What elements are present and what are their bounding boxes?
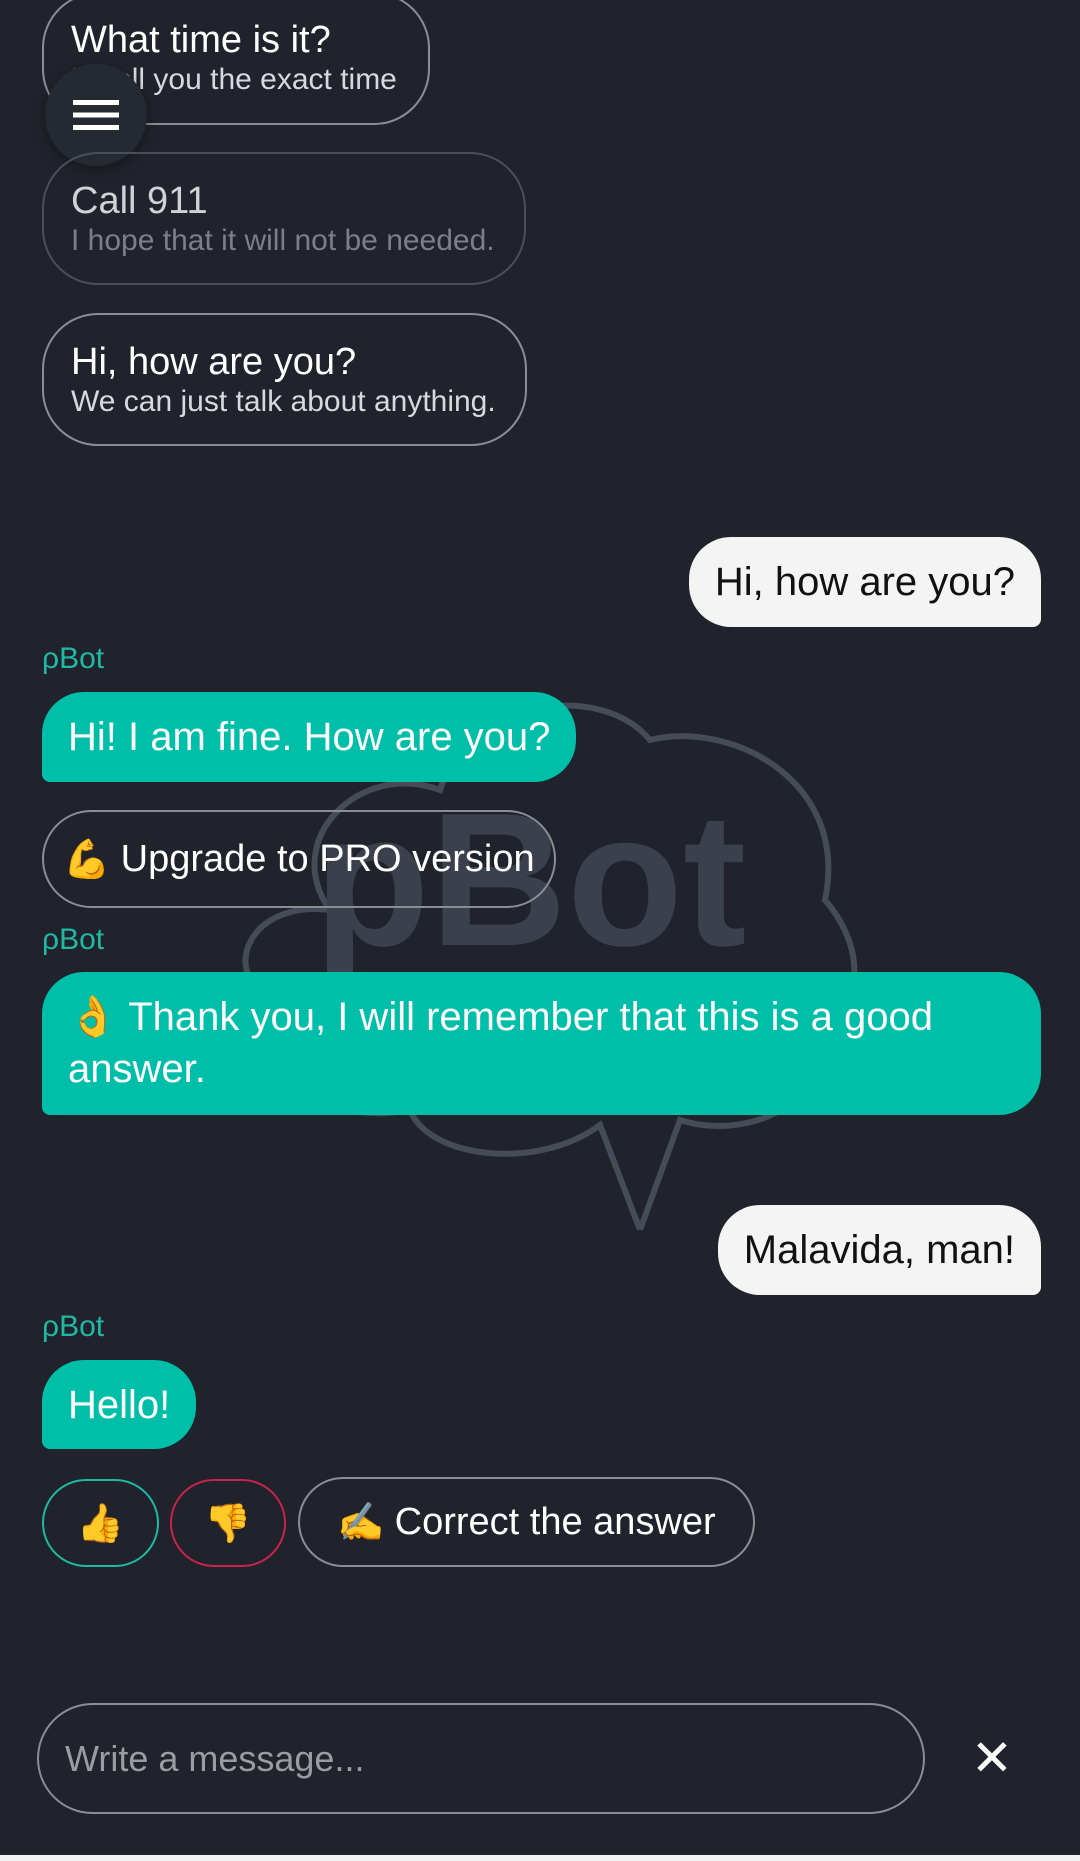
thumbs-up-icon: 👍	[76, 1500, 125, 1545]
thumbs-down-icon: 👎	[204, 1500, 252, 1545]
close-button[interactable]: ✕	[962, 1720, 1022, 1796]
suggestion-call-911[interactable]: Call 911 I hope that it will not be need…	[42, 152, 526, 285]
message-input[interactable]	[37, 1703, 925, 1814]
suggestion-title: Hi, how are you?	[71, 341, 357, 383]
correct-answer-label: Correct the answer	[394, 1500, 716, 1543]
flexed-biceps-icon: 💪	[63, 836, 111, 881]
close-icon: ✕	[971, 1729, 1013, 1787]
upgrade-pro-button[interactable]: 💪 Upgrade to PRO version	[42, 810, 556, 908]
bot-sender-label: ρBot	[42, 1310, 105, 1343]
suggestion-hi[interactable]: Hi, how are you? We can just talk about …	[42, 313, 527, 446]
bot-message: 👌 Thank you, I will remember that this i…	[42, 972, 1041, 1115]
user-message: Malavida, man!	[717, 1205, 1041, 1295]
upgrade-label: Upgrade to PRO version	[120, 837, 535, 880]
ok-hand-icon: 👌	[68, 994, 118, 1040]
bot-message-text: Thank you, I will remember that this is …	[68, 995, 934, 1091]
bot-message: Hi! I am fine. How are you?	[42, 692, 577, 782]
thumbs-down-button[interactable]: 👎	[170, 1479, 286, 1567]
suggestion-subtitle: I hope that it will not be needed.	[71, 224, 495, 257]
suggestion-title: Call 911	[71, 180, 208, 222]
user-message: Hi, how are you?	[688, 537, 1041, 627]
bot-sender-label: ρBot	[42, 642, 105, 675]
menu-button[interactable]	[45, 64, 147, 166]
thumbs-up-button[interactable]: 👍	[42, 1479, 159, 1567]
correct-answer-button[interactable]: ✍️ Correct the answer	[298, 1477, 755, 1567]
writing-hand-icon: ✍️	[337, 1499, 385, 1544]
suggestion-title: What time is it?	[71, 19, 331, 61]
bot-sender-label: ρBot	[42, 923, 105, 956]
menu-icon	[73, 100, 119, 130]
bot-message: Hello!	[42, 1360, 197, 1449]
bottom-bar	[0, 1855, 1080, 1861]
suggestion-subtitle: We can just talk about anything.	[71, 385, 496, 418]
